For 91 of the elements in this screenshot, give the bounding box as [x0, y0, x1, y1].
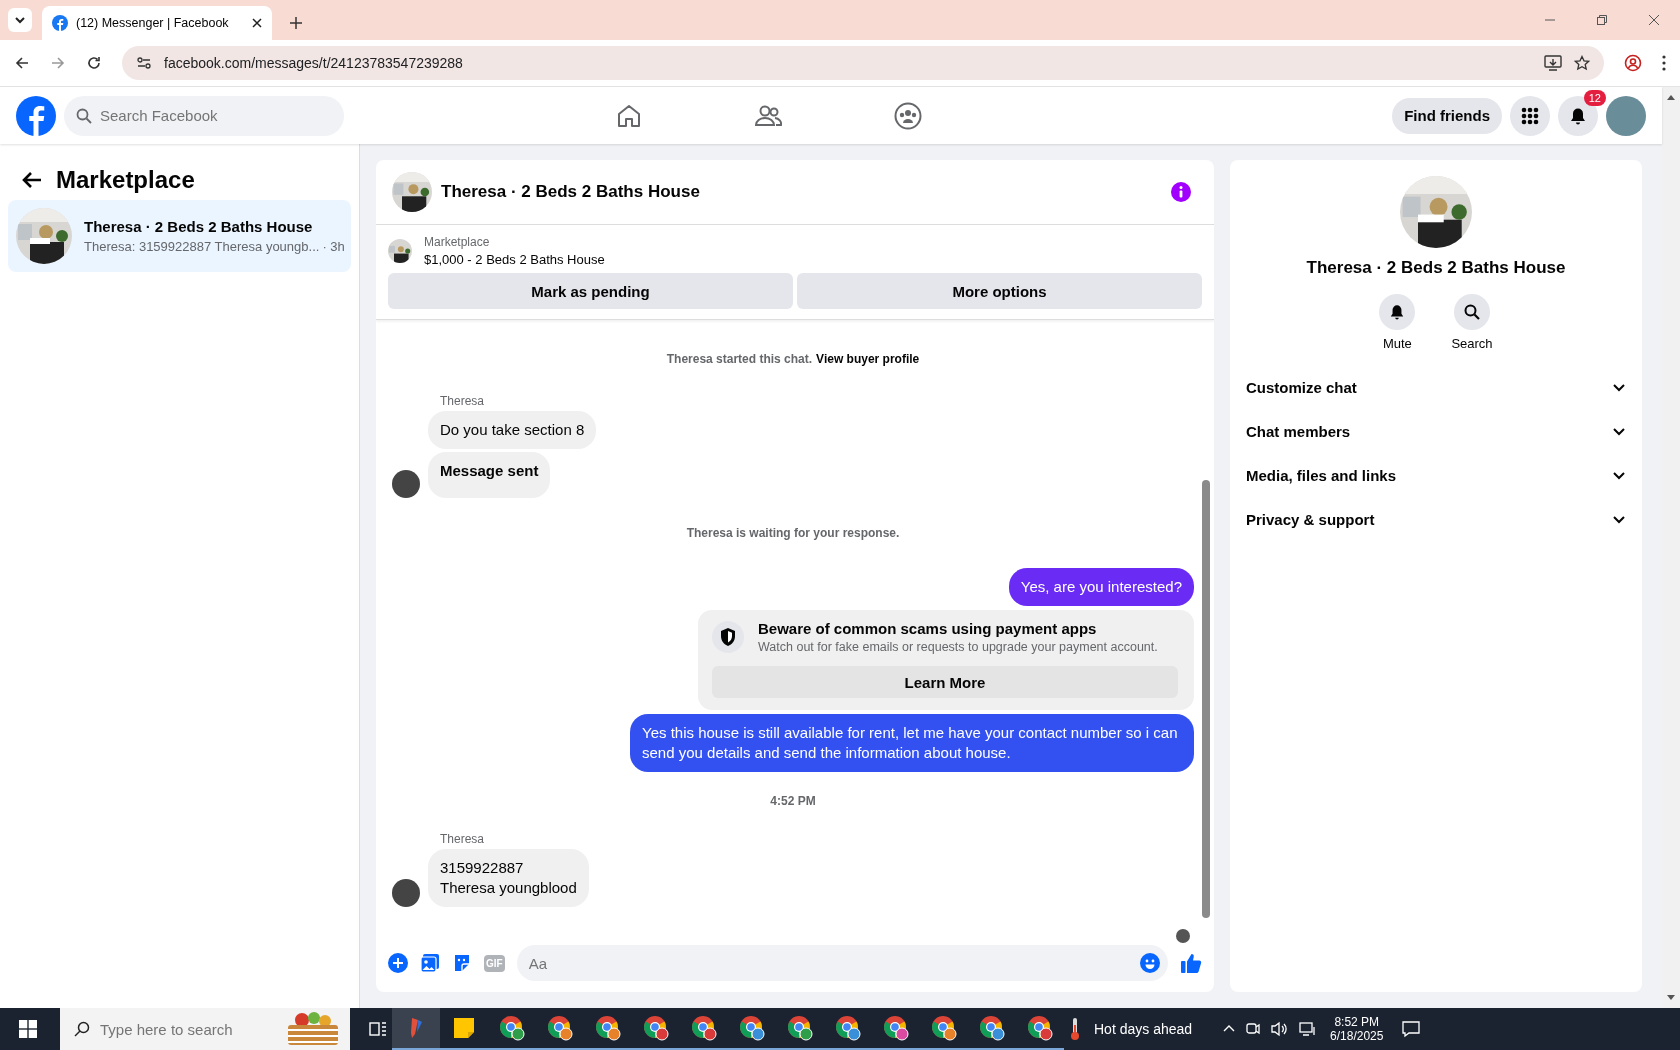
network-icon[interactable] [1299, 1021, 1318, 1037]
search-icon [76, 107, 92, 124]
browser-tab[interactable]: (12) Messenger | Facebook [42, 6, 272, 40]
back-arrow-icon[interactable] [22, 171, 42, 189]
message-time: · 3h [322, 239, 345, 254]
back-icon[interactable] [14, 55, 30, 71]
search-field[interactable]: Search Facebook [64, 95, 344, 136]
bell-icon [1389, 304, 1406, 320]
learn-more-button[interactable]: Learn More [712, 666, 1178, 698]
conversation-name: Theresa · 2 Beds 2 Baths House [1306, 258, 1566, 278]
mute-button[interactable] [1379, 294, 1416, 330]
bell-icon [1569, 106, 1587, 125]
sticker-icon[interactable] [452, 953, 472, 973]
message-input[interactable]: Aa [516, 945, 1168, 981]
clock-time[interactable]: 8:52 PM [1334, 1015, 1380, 1029]
url-text: facebook.com/messages/t/24123783547239288 [164, 55, 463, 71]
conversation-title: Theresa · 2 Beds 2 Baths House [84, 218, 314, 235]
warning-title: Beware of common scams using payment apps [758, 620, 1098, 637]
sender-name: Theresa [440, 832, 486, 846]
emoji-icon[interactable] [1140, 953, 1160, 973]
reload-icon[interactable] [86, 55, 102, 71]
menu-button[interactable] [1510, 95, 1550, 136]
volume-icon[interactable] [1271, 1021, 1290, 1037]
section-header[interactable]: Chat members [1238, 409, 1634, 453]
menu-icon[interactable] [1662, 55, 1666, 71]
home-icon[interactable] [616, 102, 642, 129]
task-view-icon[interactable] [369, 1021, 387, 1037]
read-receipt-avatar [1176, 929, 1190, 943]
new-tab-icon[interactable] [290, 17, 302, 29]
shield-icon [712, 621, 744, 653]
sender-avatar [392, 879, 420, 907]
listing-action-button[interactable]: More options [797, 273, 1202, 309]
weather-text[interactable]: Hot days ahead [1094, 1021, 1193, 1037]
page-title: Marketplace [56, 166, 195, 194]
message-bubble: Yes, are you interested? [1008, 568, 1194, 606]
tab-list-button[interactable] [8, 8, 32, 32]
scroll-down-icon[interactable] [1666, 994, 1676, 1002]
caret-icon [14, 14, 26, 26]
info-icon[interactable] [1170, 181, 1192, 203]
groups-icon[interactable] [894, 101, 922, 130]
warning-text: Watch out for fake emails or requests to upgrade your payment account. [758, 640, 1158, 654]
system-message: Theresa is waiting for your response. [686, 526, 900, 540]
find-friends-button[interactable]: Find friends [1392, 97, 1502, 134]
star-icon[interactable] [1574, 55, 1590, 71]
install-icon[interactable] [1544, 55, 1562, 71]
notification-center-icon[interactable] [1402, 1020, 1421, 1038]
account-avatar[interactable] [1606, 95, 1646, 136]
section-header[interactable]: Privacy & support [1238, 497, 1634, 541]
tab-title: (12) Messenger | Facebook [76, 16, 230, 30]
restore-icon[interactable] [1596, 14, 1608, 26]
chat-title: Theresa · 2 Beds 2 Baths House [441, 182, 700, 202]
message-bubble: Message sent [428, 452, 551, 498]
windows-icon[interactable] [19, 1020, 37, 1038]
sender-avatar [392, 470, 420, 498]
section-header[interactable]: Customize chat [1238, 365, 1634, 409]
message-bubble: Yes this house is still available for rent, let me have your contact number so i can send you details and send the information about house. [630, 714, 1194, 772]
address-bar[interactable]: facebook.com/messages/t/24123783547239288 [122, 46, 1604, 80]
action-label: Search [1451, 336, 1493, 351]
action-label: Mute [1382, 336, 1412, 351]
search-icon [1464, 304, 1480, 320]
listing-action-button[interactable]: Mark as pending [388, 273, 793, 309]
thumbs-up-icon[interactable] [1180, 952, 1202, 974]
page-scrollbar[interactable] [1662, 87, 1680, 1008]
search-button[interactable] [1454, 294, 1490, 330]
plus-icon[interactable] [388, 953, 408, 973]
pen-app-icon[interactable] [392, 1008, 440, 1050]
listing-label: Marketplace [424, 235, 491, 249]
conversation-item[interactable]: Theresa · 2 Beds 2 Baths House Theresa: 3159922887 Theresa youngb... · 3h [8, 200, 351, 272]
site-settings-icon[interactable] [136, 55, 152, 71]
sender-name: Theresa [440, 394, 486, 408]
apps-grid-icon [1521, 106, 1539, 125]
thermometer-icon [1069, 1017, 1081, 1041]
message-bubble: Do you take section 8 [428, 411, 597, 449]
timestamp: 4:52 PM [770, 794, 816, 808]
photo-icon[interactable] [420, 953, 440, 973]
message-preview: Theresa: 3159922887 Theresa youngb... [84, 239, 320, 254]
notification-count: 12 [1583, 89, 1606, 106]
profile-icon[interactable] [1624, 54, 1642, 72]
forward-icon[interactable] [50, 55, 66, 71]
scroll-up-icon[interactable] [1666, 93, 1676, 101]
search-icon [74, 1021, 90, 1037]
message-bubble: 3159922887 Theresa youngblood [428, 849, 589, 907]
meet-now-icon[interactable] [1245, 1021, 1262, 1037]
facebook-icon [52, 15, 68, 31]
close-icon[interactable] [252, 18, 262, 28]
buyer-profile-link[interactable]: View buyer profile [816, 352, 920, 366]
listing-title[interactable]: $1,000 - 2 Beds 2 Baths House [424, 252, 605, 267]
facebook-logo-icon[interactable] [16, 95, 56, 136]
clock-date[interactable]: 6/18/2025 [1330, 1029, 1384, 1043]
system-message: Theresa started this chat. View buyer profile [666, 352, 920, 366]
section-header[interactable]: Media, files and links [1238, 453, 1634, 497]
